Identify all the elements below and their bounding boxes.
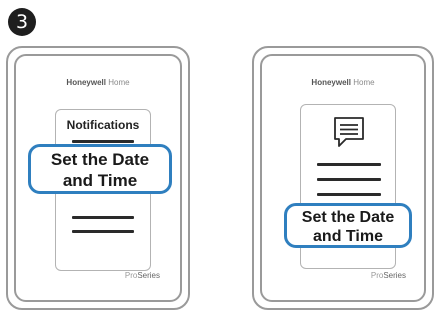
step-number-badge: 3	[8, 8, 36, 36]
option-label-line1: Set the Date	[301, 209, 395, 226]
set-date-time-option[interactable]: Set the Date and Time	[284, 203, 412, 248]
message-icon	[334, 117, 364, 147]
option-label-line2: and Time	[313, 228, 383, 245]
text-line	[317, 178, 381, 181]
brand-suffix: Home	[108, 78, 130, 87]
set-date-time-option[interactable]: Set the Date and Time	[28, 144, 172, 194]
series-label: ProSeries	[371, 271, 406, 280]
brand-logo: Honeywell Home	[262, 78, 424, 87]
series-name: Series	[137, 271, 160, 280]
text-line	[72, 140, 134, 143]
text-line	[72, 230, 134, 233]
text-line	[72, 216, 134, 219]
brand-name: Honeywell	[66, 78, 106, 87]
series-prefix: Pro	[124, 271, 138, 280]
text-line	[317, 163, 381, 166]
brand-logo: Honeywell Home	[16, 78, 180, 87]
series-name: Series	[383, 271, 406, 280]
series-prefix: Pro	[370, 271, 384, 280]
brand-name: Honeywell	[311, 78, 351, 87]
thermostat-device-right: Honeywell Home Set the Date and Time Pro…	[252, 46, 434, 310]
option-label-line2: and Time	[62, 171, 138, 190]
text-line	[317, 193, 381, 196]
thermostat-device-left: Honeywell Home Notifications Set the Dat…	[6, 46, 190, 310]
series-label: ProSeries	[125, 271, 160, 280]
thermostat-screen-right: Honeywell Home	[260, 54, 426, 302]
option-label-line1: Set the Date	[50, 150, 150, 169]
brand-suffix: Home	[353, 78, 375, 87]
panel-title: Notifications	[66, 118, 140, 132]
